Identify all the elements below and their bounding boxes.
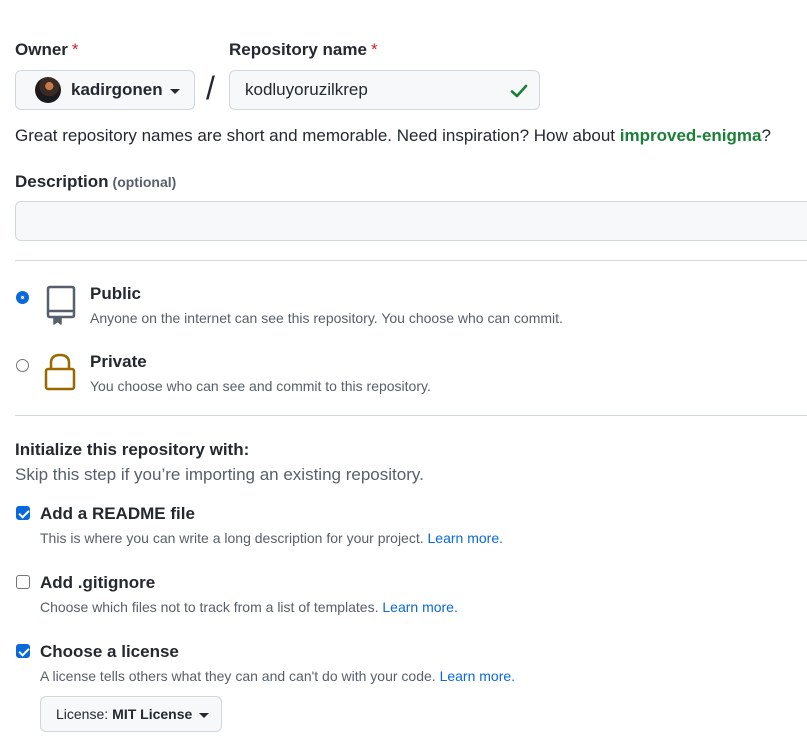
optional-hint: (optional)	[112, 174, 177, 190]
owner-label-text: Owner	[15, 40, 68, 59]
suggested-name-link[interactable]: improved-enigma	[620, 126, 762, 145]
repository-name-input[interactable]: kodluyoruzilkrep	[229, 70, 540, 110]
public-radio[interactable]	[16, 291, 29, 304]
license-learn-more-link[interactable]: Learn more.	[440, 668, 515, 684]
readme-desc-text: This is where you can write a long descr…	[40, 530, 424, 546]
check-icon	[510, 84, 528, 98]
readme-learn-more-link[interactable]: Learn more.	[428, 530, 503, 546]
lock-icon	[44, 353, 76, 391]
private-description: You choose who can see and commit to thi…	[90, 378, 431, 394]
repository-name-value: kodluyoruzilkrep	[245, 80, 368, 99]
license-checkbox[interactable]	[16, 644, 30, 658]
owner-dropdown[interactable]: kadirgonen	[15, 70, 195, 110]
description-label: Description (optional)	[15, 172, 176, 192]
readme-description: This is where you can write a long descr…	[40, 530, 503, 546]
repo-icon	[46, 285, 76, 325]
license-dropdown[interactable]: License: MIT License	[40, 696, 222, 732]
owner-repo-separator: /	[206, 70, 215, 106]
public-title: Public	[90, 284, 142, 303]
gitignore-description: Choose which files not to track from a l…	[40, 599, 458, 615]
hint-suffix: ?	[761, 126, 771, 145]
license-value: MIT License	[112, 706, 193, 722]
caret-down-icon	[199, 712, 210, 718]
gitignore-desc-text: Choose which files not to track from a l…	[40, 599, 379, 615]
repository-name-label: Repository name *	[229, 40, 378, 60]
initialize-subheading: Skip this step if you’re importing an ex…	[15, 465, 424, 484]
readme-checkbox[interactable]	[16, 506, 30, 520]
license-desc-text: A license tells others what they can and…	[40, 668, 436, 684]
private-radio[interactable]	[16, 359, 29, 372]
gitignore-title: Add .gitignore	[40, 573, 156, 592]
initialize-heading: Initialize this repository with:	[15, 440, 250, 459]
license-prefix: License:	[56, 706, 109, 722]
required-mark: *	[370, 40, 378, 59]
required-mark: *	[71, 40, 79, 59]
public-description: Anyone on the internet can see this repo…	[90, 310, 563, 326]
repository-name-hint: Great repository names are short and mem…	[15, 126, 771, 146]
avatar	[35, 77, 61, 103]
readme-title: Add a README file	[40, 504, 195, 523]
divider	[15, 260, 807, 261]
owner-label: Owner *	[15, 40, 79, 60]
license-description: A license tells others what they can and…	[40, 668, 515, 684]
repository-name-label-text: Repository name	[229, 40, 367, 59]
private-title: Private	[90, 352, 147, 371]
license-title: Choose a license	[40, 642, 179, 661]
divider	[15, 415, 807, 416]
description-label-text: Description	[15, 172, 109, 191]
hint-text: Great repository names are short and mem…	[15, 126, 620, 145]
gitignore-learn-more-link[interactable]: Learn more.	[382, 599, 457, 615]
description-input[interactable]	[15, 201, 807, 241]
gitignore-checkbox[interactable]	[16, 575, 30, 589]
owner-name: kadirgonen	[71, 80, 163, 99]
caret-down-icon	[169, 88, 180, 94]
